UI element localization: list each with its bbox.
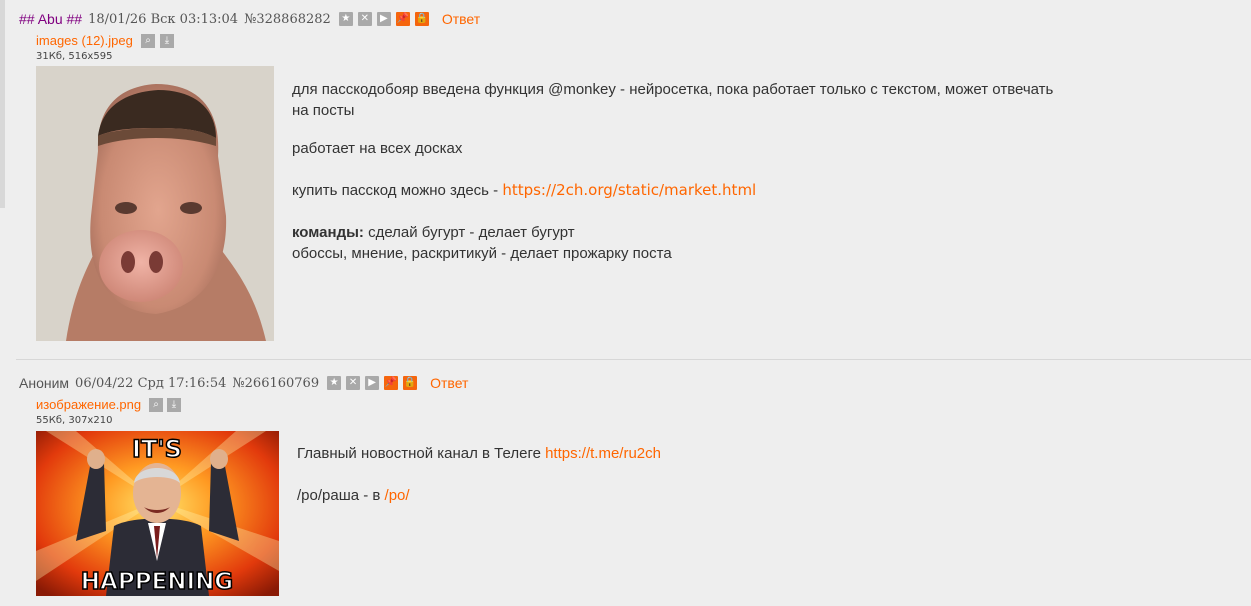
hide-icon[interactable]: ✕ xyxy=(346,376,361,390)
message-line: /ро/раша - в /po/ xyxy=(297,485,1167,506)
lock-icon: 🔒 xyxy=(403,376,418,390)
search-icon[interactable]: ⌕ xyxy=(149,398,163,412)
pin-icon: 📌 xyxy=(395,12,410,26)
image-caption-top: IT'S xyxy=(132,435,182,463)
play-icon[interactable]: ▶ xyxy=(376,12,391,26)
file-info: 31Кб, 516x595 xyxy=(36,51,113,62)
telegram-link[interactable]: https://t.me/ru2ch xyxy=(545,445,661,462)
download-icon[interactable]: ⤓ xyxy=(167,398,181,412)
market-link[interactable]: https://2ch.org/static/market.html xyxy=(502,181,756,199)
post-details: ## Abu ## 18/01/26 Вск 03:13:04 №3288682… xyxy=(19,9,480,29)
post-number[interactable]: №328868282 xyxy=(244,12,331,27)
message-line: купить пасскод можно здесь - https://2ch… xyxy=(292,180,1162,201)
reply-link[interactable]: Ответ xyxy=(442,11,480,27)
file-name-link[interactable]: images (12).jpeg xyxy=(36,33,133,48)
board-link[interactable]: /po/ xyxy=(385,487,410,504)
post-date: 06/04/22 Срд 17:16:54 xyxy=(75,375,227,391)
star-icon[interactable]: ★ xyxy=(327,376,342,390)
poster-name: Аноним xyxy=(19,375,70,391)
reply-link[interactable]: Ответ xyxy=(430,375,468,391)
image-caption-bottom: HAPPENING xyxy=(81,569,233,595)
post-image-thumbnail[interactable]: IT'S HAPPENING xyxy=(36,431,279,596)
file-info: 55Кб, 307x210 xyxy=(36,415,113,426)
message-text: /ро/раша - в xyxy=(297,487,385,504)
message-text: Главный новостной канал в Телеге xyxy=(297,445,546,462)
message-line: на посты xyxy=(292,102,355,119)
file-name-link[interactable]: изображение.png xyxy=(36,397,141,412)
post-message: Главный новостной канал в Телеге https:/… xyxy=(297,443,1167,506)
its-happening-image: IT'S HAPPENING xyxy=(36,431,279,596)
scrollbar-thumb[interactable] xyxy=(0,0,5,208)
post-number[interactable]: №266160769 xyxy=(232,376,319,391)
download-icon[interactable]: ⤓ xyxy=(160,34,174,48)
pig-person-image xyxy=(36,66,274,341)
message-line: Главный новостной канал в Телеге https:/… xyxy=(297,443,1167,464)
message-line: обоссы, мнение, раскритикуй - делает про… xyxy=(292,245,672,262)
message-line: команды: сделай бугурт - делает бугурт xyxy=(292,222,1162,243)
hide-icon[interactable]: ✕ xyxy=(357,12,372,26)
post-date: 18/01/26 Вск 03:13:04 xyxy=(88,11,239,27)
message-text: сделай бугурт - делает бугурт xyxy=(363,224,575,241)
search-icon[interactable]: ⌕ xyxy=(141,34,155,48)
message-line: работает на всех досках xyxy=(292,140,463,157)
lock-icon: 🔒 xyxy=(414,12,429,26)
poster-name: ## Abu ## xyxy=(19,11,83,27)
post-image-thumbnail[interactable] xyxy=(36,66,274,341)
star-icon[interactable]: ★ xyxy=(338,12,353,26)
commands-label: команды: xyxy=(292,224,364,241)
message-line: для пасскодобояр введена функция @monkey… xyxy=(292,81,1054,98)
post-details: Аноним 06/04/22 Срд 17:16:54 №266160769 … xyxy=(19,373,468,393)
post-divider xyxy=(16,359,1251,360)
message-text: купить пасскод можно здесь - xyxy=(292,182,503,199)
pin-icon: 📌 xyxy=(384,376,399,390)
post-message: для пасскодобояр введена функция @monkey… xyxy=(292,79,1162,264)
play-icon[interactable]: ▶ xyxy=(365,376,380,390)
